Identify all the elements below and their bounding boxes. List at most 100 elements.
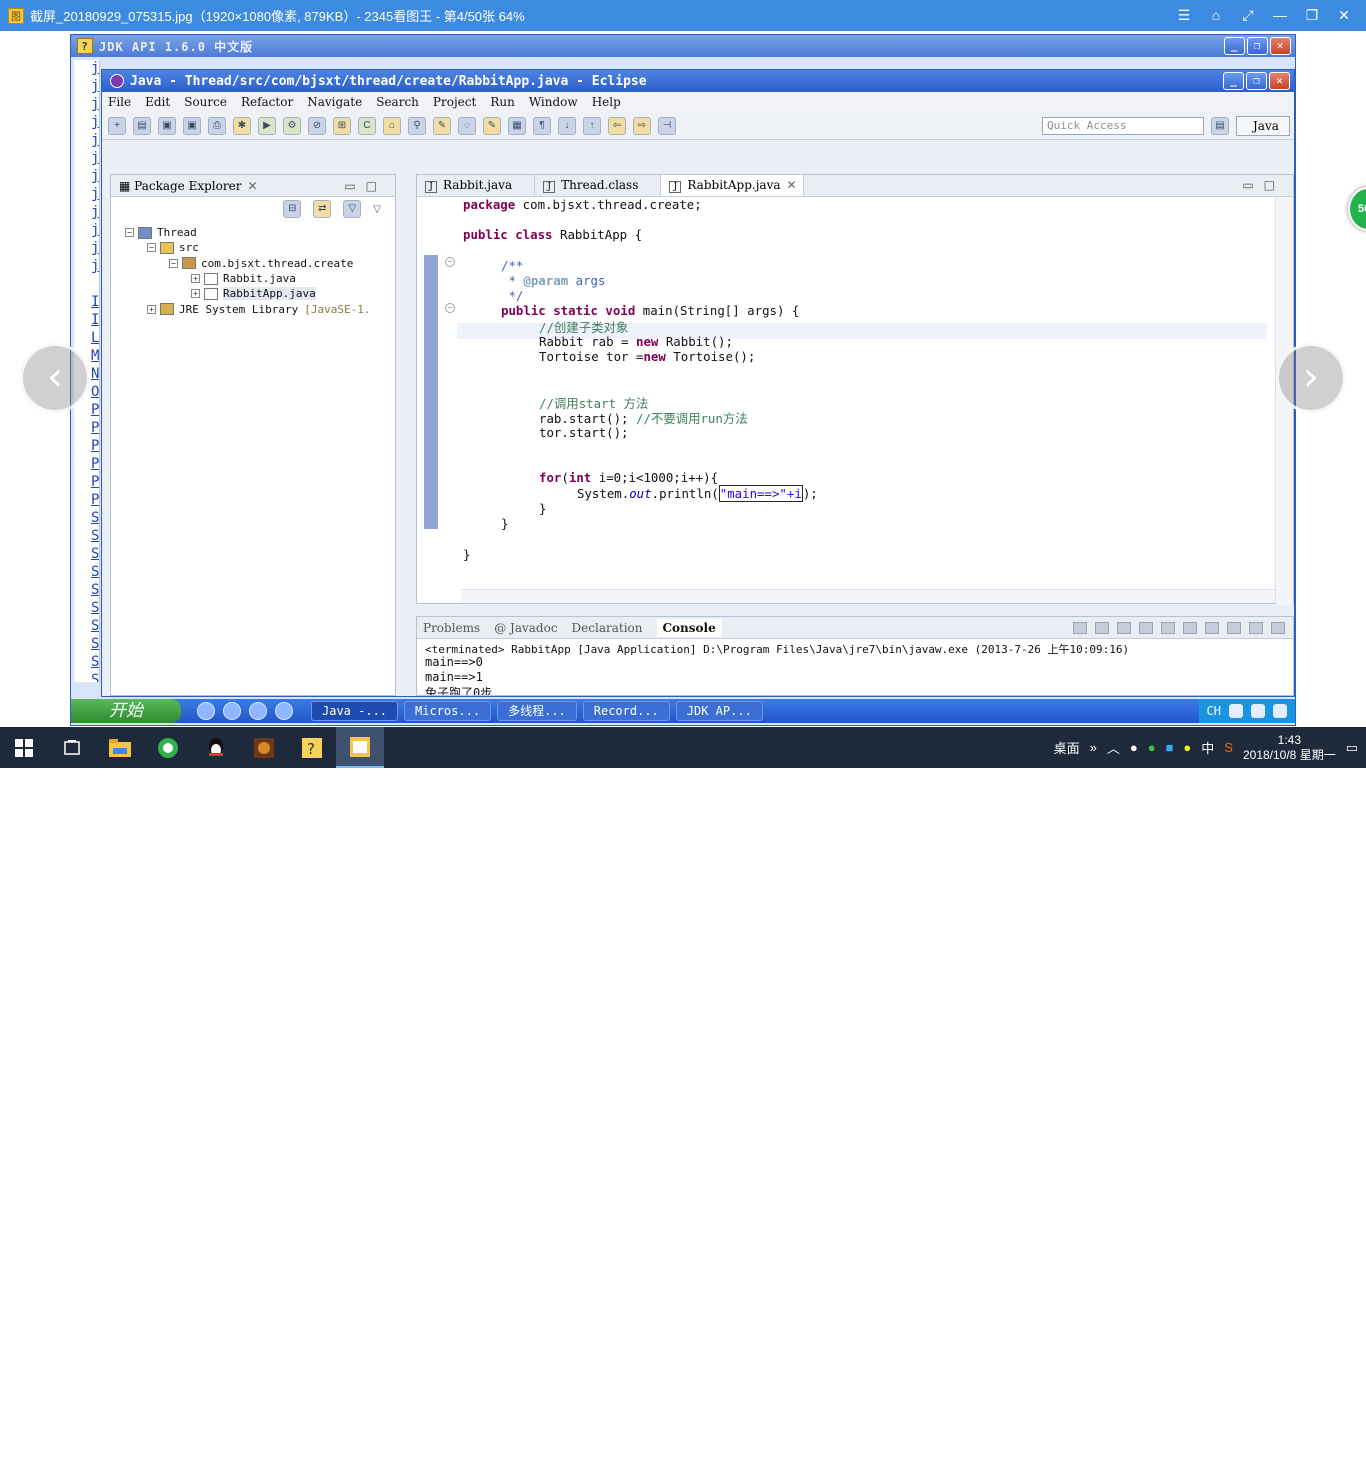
jdk-class-link[interactable]: j: [74, 150, 99, 168]
menu-edit[interactable]: Edit: [145, 95, 170, 109]
show-whitespace-icon[interactable]: ¶: [533, 116, 551, 135]
editor-horizontal-scrollbar[interactable]: [461, 589, 1275, 603]
console-tool-icon[interactable]: [1117, 621, 1131, 634]
print-icon[interactable]: ⎙: [208, 116, 226, 135]
jdk-class-link[interactable]: S: [74, 582, 99, 600]
maximize-button[interactable]: ❐: [1296, 0, 1328, 31]
game-icon[interactable]: [240, 727, 288, 768]
console-tab[interactable]: Declaration: [572, 621, 643, 635]
menu-project[interactable]: Project: [433, 95, 476, 109]
jdk-minimize-button[interactable]: _: [1224, 37, 1245, 55]
next-annotation-icon[interactable]: ↓: [558, 116, 576, 135]
close-button[interactable]: ✕: [1328, 0, 1360, 31]
jdk-class-link[interactable]: S: [74, 636, 99, 654]
jdk-class-link[interactable]: S: [74, 528, 99, 546]
minimize-button[interactable]: —: [1264, 0, 1296, 31]
expand-icon[interactable]: +: [147, 304, 156, 314]
xp-task-button[interactable]: Record...: [582, 701, 670, 721]
open-perspective-icon[interactable]: ▤: [1211, 116, 1229, 135]
jdk-class-link[interactable]: S: [74, 654, 99, 672]
windows-start-icon[interactable]: [0, 727, 48, 768]
quick-access-input[interactable]: Quick Access: [1042, 116, 1204, 135]
console-tab[interactable]: @ Javadoc: [494, 621, 557, 635]
menu-icon[interactable]: ☰: [1168, 0, 1200, 31]
jdk-class-link[interactable]: j: [74, 186, 99, 204]
menu-source[interactable]: Source: [184, 95, 227, 109]
fold-icon[interactable]: −: [445, 303, 455, 313]
previous-image-button[interactable]: ‹: [20, 343, 90, 413]
menu-file[interactable]: File: [108, 95, 131, 109]
view-minmax-icons[interactable]: ▭□: [344, 179, 387, 193]
run-icon[interactable]: ▶: [258, 116, 276, 135]
close-icon[interactable]: ✕: [247, 179, 257, 193]
page-count-badge[interactable]: 50: [1348, 187, 1366, 231]
start-button[interactable]: 开始: [71, 699, 181, 723]
toggle-mark-icon[interactable]: ◌: [458, 116, 476, 135]
open-task-icon[interactable]: ✎: [433, 116, 451, 135]
tray-app-icon[interactable]: ■: [1166, 740, 1174, 755]
jdk-class-link[interactable]: I: [74, 312, 99, 330]
jdk-class-link[interactable]: j: [74, 168, 99, 186]
editor-tab[interactable]: J RabbitApp.java ✕: [661, 175, 804, 196]
console-output[interactable]: main==>0main==>1兔子跑了0步main==>2兔子跑了1步兔子跑了…: [417, 655, 1293, 695]
fullscreen-icon[interactable]: ⤢: [1232, 0, 1264, 31]
save-all-icon[interactable]: ▣: [183, 116, 201, 135]
desktop-label[interactable]: 桌面: [1054, 738, 1080, 757]
link-editor-icon[interactable]: ⇄: [313, 200, 332, 218]
console-tool-icon[interactable]: [1249, 621, 1263, 634]
skin-icon[interactable]: ⌂: [1200, 0, 1232, 31]
skip-breakpoints-icon[interactable]: ⊘: [308, 116, 326, 135]
next-image-button[interactable]: ›: [1276, 343, 1346, 413]
xp-task-button[interactable]: JDK AP...: [675, 701, 763, 721]
eclipse-maximize-button[interactable]: ❐: [1246, 72, 1267, 90]
jdk-close-button[interactable]: ✕: [1270, 37, 1291, 55]
jdk-class-link[interactable]: j: [74, 78, 99, 96]
tray-icon[interactable]: [1251, 704, 1265, 718]
search-icon[interactable]: ⚲: [408, 116, 426, 135]
jdk-class-link[interactable]: S: [74, 546, 99, 564]
console-tab[interactable]: Console: [656, 618, 722, 637]
tree-item[interactable]: − com.bjsxt.thread.create: [111, 256, 395, 271]
external-tools-icon[interactable]: ⚙: [283, 116, 301, 135]
menu-help[interactable]: Help: [592, 95, 621, 109]
fold-icon[interactable]: −: [445, 257, 455, 267]
new-icon[interactable]: +: [108, 116, 126, 135]
jdk-class-link[interactable]: P: [74, 438, 99, 456]
firefox-icon[interactable]: [249, 702, 267, 720]
tray-icon[interactable]: [1273, 704, 1287, 718]
console-tool-icon[interactable]: [1271, 621, 1285, 634]
console-tool-icon[interactable]: [1139, 621, 1153, 634]
expand-icon[interactable]: »: [1090, 740, 1097, 755]
xp-task-button[interactable]: Micros...: [404, 701, 492, 721]
xp-task-button[interactable]: Java -...: [311, 701, 399, 721]
jdk-class-link[interactable]: j: [74, 222, 99, 240]
jdk-class-link[interactable]: P: [74, 474, 99, 492]
menu-window[interactable]: Window: [529, 95, 578, 109]
eclipse-close-button[interactable]: ✕: [1269, 72, 1290, 90]
editor-tab[interactable]: J Thread.class: [535, 175, 662, 196]
block-select-icon[interactable]: ▦: [508, 116, 526, 135]
task-view-icon[interactable]: [48, 727, 96, 768]
console-tab[interactable]: Problems: [423, 621, 480, 635]
tray-app-icon[interactable]: ●: [1183, 740, 1191, 755]
ime-indicator[interactable]: 中: [1201, 738, 1214, 757]
jdk-class-link[interactable]: L: [74, 330, 99, 348]
jdk-class-link[interactable]: j: [74, 60, 99, 78]
view-menu-icon[interactable]: ▽: [373, 204, 381, 215]
jdk-class-link[interactable]: S: [74, 618, 99, 636]
jdk-class-link[interactable]: P: [74, 402, 99, 420]
console-tool-icon[interactable]: [1183, 621, 1197, 634]
jdk-class-link[interactable]: I: [74, 294, 99, 312]
forward-icon[interactable]: ⇨: [633, 116, 651, 135]
jdk-class-link[interactable]: j: [74, 258, 99, 276]
collapse-icon[interactable]: −: [169, 258, 178, 268]
collapse-all-icon[interactable]: ⊟: [283, 200, 302, 218]
jdk-class-link[interactable]: P: [74, 420, 99, 438]
tree-item[interactable]: + JRE System Library [JavaSE-1.: [111, 301, 395, 316]
jdk-class-link[interactable]: j: [74, 240, 99, 258]
jdk-class-link[interactable]: P: [74, 492, 99, 510]
java-perspective-button[interactable]: Java: [1236, 115, 1290, 136]
new-project-icon[interactable]: ▤: [133, 116, 151, 135]
highlight-icon[interactable]: ✎: [483, 116, 501, 135]
ime-indicator[interactable]: CH: [1207, 704, 1221, 718]
